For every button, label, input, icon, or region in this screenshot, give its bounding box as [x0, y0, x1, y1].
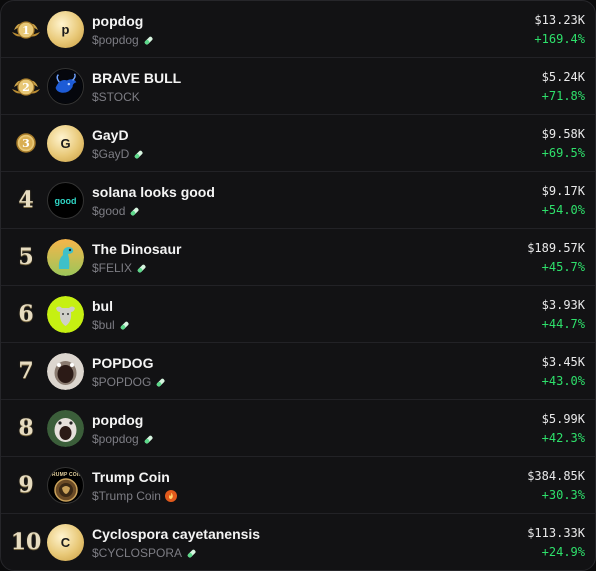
token-row[interactable]: 9 TRUMP COIN Trump Coin $Trump Coin $384… [1, 457, 595, 514]
market-cap: $3.45K [541, 355, 585, 369]
token-leaderboard: 1 p popdog $popdog $13.23K +169.4% 2 BRA… [0, 0, 596, 571]
svg-text:2: 2 [22, 81, 30, 94]
pill-icon [144, 36, 153, 45]
token-name: POPDOG [92, 355, 154, 371]
popdog-avatar-icon [47, 410, 84, 447]
token-avatar: good [47, 182, 84, 219]
price-change: +42.3% [541, 431, 585, 445]
rank-number: 4 [18, 187, 34, 213]
market-cap: $3.93K [541, 298, 585, 312]
token-avatar: C [47, 524, 84, 561]
token-row[interactable]: 6 bul $bul $3.93K +44.7% [1, 286, 595, 343]
token-ticker: $STOCK [92, 90, 140, 104]
price-change: +44.7% [541, 317, 585, 331]
rank-number: 10 [10, 529, 42, 555]
token-name: Cyclospora cayetanensis [92, 526, 261, 542]
token-ticker: $good [92, 204, 140, 218]
rank-number: 8 [18, 415, 34, 441]
token-row[interactable]: 1 p popdog $popdog $13.23K +169.4% [1, 1, 595, 58]
token-ticker: $GayD [92, 147, 144, 161]
pill-icon [135, 150, 143, 159]
fire-badge-icon [164, 490, 177, 502]
bull-logo-icon [48, 69, 83, 104]
token-ticker: $CYCLOSPORA [92, 546, 197, 560]
token-name: popdog [92, 13, 144, 29]
token-ticker: $bul [92, 318, 130, 332]
rank-number: 7 [18, 358, 34, 384]
pill-icon [187, 549, 196, 558]
token-row[interactable]: 2 BRAVE BULL $STOCK $5.24K +71.8% [1, 58, 595, 115]
market-cap: $13.23K [534, 13, 585, 27]
rank-medal-bronze: 3 [9, 125, 43, 161]
rank-number: 9 [18, 472, 34, 498]
token-row[interactable]: 10 C Cyclospora cayetanensis $CYCLOSPORA… [1, 514, 595, 570]
token-ticker: $popdog [92, 33, 154, 47]
svg-text:3: 3 [22, 137, 30, 150]
price-change: +24.9% [541, 545, 585, 559]
token-avatar [47, 296, 84, 333]
token-row[interactable]: 7 POPDOG $POPDOG $3.45K +43.0% [1, 343, 595, 400]
market-cap: $9.58K [541, 127, 585, 141]
token-name: bul [92, 298, 113, 314]
price-change: +43.0% [541, 374, 585, 388]
medal-icon: 3 [16, 133, 36, 153]
token-name: GayD [92, 127, 129, 143]
token-ticker: $Trump Coin [92, 489, 177, 503]
pill-icon [120, 321, 129, 330]
market-cap: $384.85K [527, 469, 585, 483]
token-ticker: $FELIX [92, 261, 147, 275]
price-change: +45.7% [541, 260, 585, 274]
token-name: popdog [92, 412, 144, 428]
token-ticker: $POPDOG [92, 375, 166, 389]
price-change: +69.5% [541, 146, 585, 160]
pill-icon [131, 207, 139, 216]
dinosaur-avatar-icon [47, 239, 84, 276]
trump-coin-icon [53, 477, 78, 502]
svg-text:1: 1 [22, 24, 30, 37]
token-avatar [47, 353, 84, 390]
price-change: +71.8% [541, 89, 585, 103]
token-avatar [47, 410, 84, 447]
token-row[interactable]: 4 good solana looks good $good $9.17K +5… [1, 172, 595, 229]
token-name: Trump Coin [92, 469, 170, 485]
market-cap: $5.99K [541, 412, 585, 426]
token-avatar: TRUMP COIN [47, 467, 84, 504]
token-row[interactable]: 5 The Dinosaur $FELIX $189.57K +45.7% [1, 229, 595, 286]
token-ticker: $popdog [92, 432, 154, 446]
pill-icon [144, 435, 153, 444]
market-cap: $9.17K [541, 184, 585, 198]
rank-number: 5 [18, 244, 34, 270]
laurel-medal-icon: 2 [12, 78, 40, 96]
token-name: The Dinosaur [92, 241, 182, 257]
price-change: +54.0% [541, 203, 585, 217]
token-name: solana looks good [92, 184, 215, 200]
rank-number: 6 [18, 301, 34, 327]
price-change: +169.4% [534, 32, 585, 46]
token-row[interactable]: 3 G GayD $GayD $9.58K +69.5% [1, 115, 595, 172]
token-avatar: G [47, 125, 84, 162]
pill-icon [157, 378, 165, 387]
token-avatar [47, 239, 84, 276]
token-avatar [47, 68, 84, 105]
laurel-medal-icon: 1 [12, 21, 40, 39]
popdog-avatar-icon [47, 353, 84, 390]
market-cap: $113.33K [527, 526, 585, 540]
token-name: BRAVE BULL [92, 70, 182, 86]
token-row[interactable]: 8 popdog $popdog $5.99K +42.3% [1, 400, 595, 457]
pill-icon [137, 264, 146, 273]
rank-medal-silver: 2 [9, 68, 43, 104]
rank-medal-gold: 1 [9, 11, 43, 47]
market-cap: $5.24K [541, 70, 585, 84]
market-cap: $189.57K [527, 241, 585, 255]
token-avatar: p [47, 11, 84, 48]
price-change: +30.3% [541, 488, 585, 502]
bull-head-avatar-icon [47, 296, 84, 333]
